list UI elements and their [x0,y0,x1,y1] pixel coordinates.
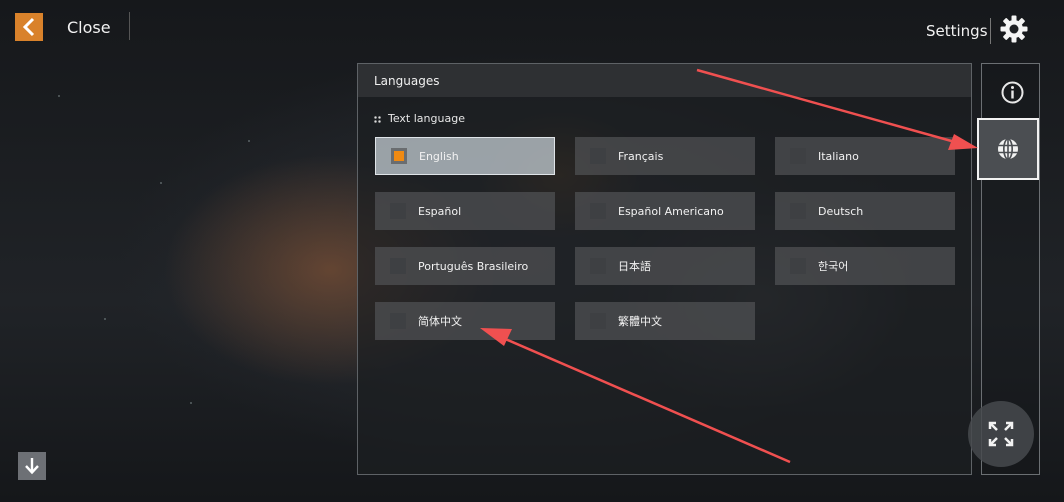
divider [129,12,130,40]
language-option-japanese[interactable]: 日本語 [575,247,755,285]
checkbox [590,313,606,329]
background-star [190,402,192,404]
language-label: Deutsch [818,204,864,218]
language-option-brazilian-portuguese[interactable]: Português Brasileiro [375,247,555,285]
chevron-left-icon [22,17,35,37]
background-star [160,182,162,184]
checkbox [590,203,606,219]
background-star [248,140,250,142]
language-option-italian[interactable]: Italiano [775,137,955,175]
grip-dots-icon [374,115,381,123]
fullscreen-icon [988,421,1014,447]
back-button[interactable] [15,13,43,41]
language-option-english[interactable]: English [375,137,555,175]
gear-icon[interactable] [999,14,1029,44]
language-label: English [419,149,459,163]
checkbox [390,203,406,219]
language-option-latam-spanish[interactable]: Español Americano [575,192,755,230]
language-tab[interactable] [977,118,1039,180]
checkbox [590,258,606,274]
checkbox [590,148,606,164]
scroll-down-button[interactable] [18,452,46,480]
settings-label: Settings [926,22,988,40]
checkbox-fill [394,151,404,161]
language-label: 简体中文 [418,315,462,328]
language-label: 繁體中文 [618,315,662,328]
languages-panel: Languages Text language English Français… [357,63,972,475]
arrow-down-icon [25,458,39,475]
checkbox [390,313,406,329]
panel-header: Languages [358,64,971,97]
language-option-german[interactable]: Deutsch [775,192,955,230]
language-option-traditional-chinese[interactable]: 繁體中文 [575,302,755,340]
language-label: Italiano [818,149,859,163]
background-star [104,318,106,320]
fullscreen-button[interactable] [968,401,1034,467]
language-option-simplified-chinese[interactable]: 简体中文 [375,302,555,340]
language-label: 한국어 [818,260,849,273]
text-language-label: Text language [374,112,465,125]
language-label: 日本語 [618,260,651,273]
checkbox [390,258,406,274]
language-label: Français [618,149,664,163]
language-label: Português Brasileiro [418,259,529,273]
language-option-spanish[interactable]: Español [375,192,555,230]
close-label[interactable]: Close [67,18,111,37]
panel-title: Languages [374,74,440,88]
checkbox [790,258,806,274]
background-star [58,95,60,97]
language-option-french[interactable]: Français [575,137,755,175]
globe-icon [998,138,1018,160]
divider [990,18,991,44]
checkbox [790,203,806,219]
checkbox [790,148,806,164]
language-label: Español [418,204,462,218]
info-icon[interactable] [1001,81,1024,104]
language-option-korean[interactable]: 한국어 [775,247,955,285]
language-label: Español Americano [618,204,724,218]
checkbox [391,148,407,164]
